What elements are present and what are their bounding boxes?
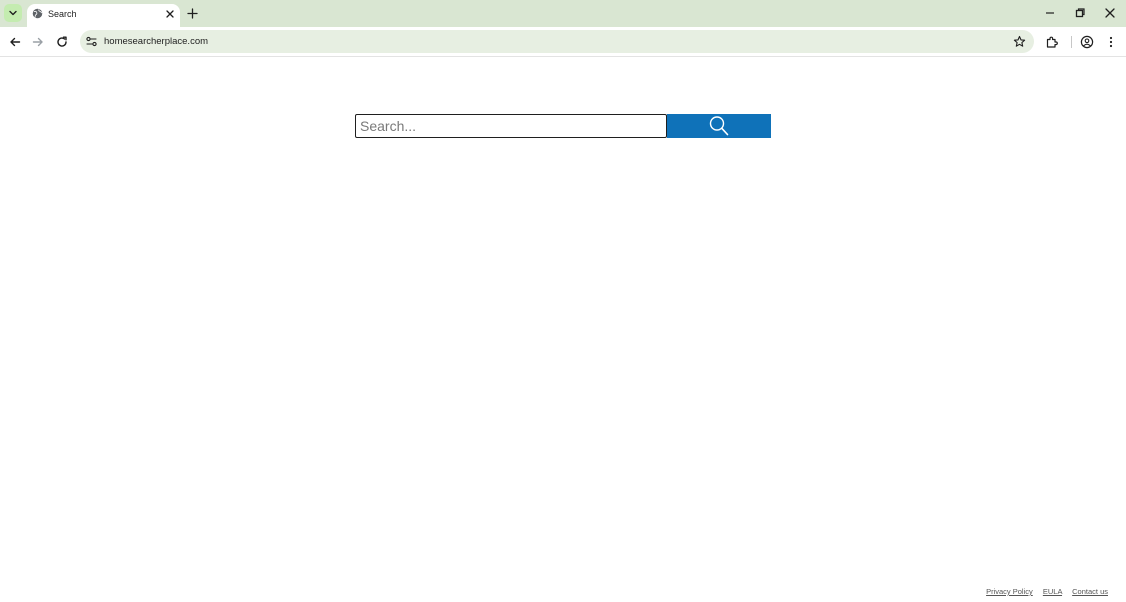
contact-us-link[interactable]: Contact us: [1072, 587, 1108, 596]
address-bar[interactable]: homesearcherplace.com: [80, 30, 1034, 53]
tab-active[interactable]: Search: [27, 4, 180, 27]
footer-links: Privacy Policy EULA Contact us: [978, 587, 1108, 596]
magnifier-icon: [709, 116, 729, 136]
url-text[interactable]: homesearcherplace.com: [104, 36, 208, 47]
extensions-puzzle-icon[interactable]: [1045, 35, 1059, 49]
search-input[interactable]: [355, 114, 667, 138]
toolbar-separator: [1071, 36, 1072, 48]
tab-strip: Search: [0, 0, 1126, 27]
site-settings-icon[interactable]: [85, 35, 98, 48]
back-arrow-icon[interactable]: [8, 35, 22, 49]
privacy-policy-link[interactable]: Privacy Policy: [986, 587, 1033, 596]
close-window-icon[interactable]: [1103, 6, 1117, 20]
browser-toolbar: homesearcherplace.com: [0, 27, 1126, 57]
minimize-icon[interactable]: [1043, 6, 1057, 20]
search-form: [355, 114, 771, 138]
chevron-down-icon: [9, 10, 17, 16]
globe-icon: [32, 8, 43, 19]
tab-title: Search: [48, 9, 77, 19]
forward-arrow-icon[interactable]: [31, 35, 45, 49]
more-menu-icon[interactable]: [1104, 35, 1118, 49]
search-button[interactable]: [667, 114, 771, 138]
tab-search-button[interactable]: [4, 4, 22, 22]
restore-icon[interactable]: [1073, 6, 1087, 20]
profile-avatar-icon[interactable]: [1080, 35, 1094, 49]
reload-icon[interactable]: [55, 35, 69, 49]
eula-link[interactable]: EULA: [1043, 587, 1062, 596]
bookmark-star-icon[interactable]: [1013, 35, 1026, 48]
close-icon[interactable]: [165, 9, 175, 19]
plus-icon[interactable]: [186, 7, 199, 20]
